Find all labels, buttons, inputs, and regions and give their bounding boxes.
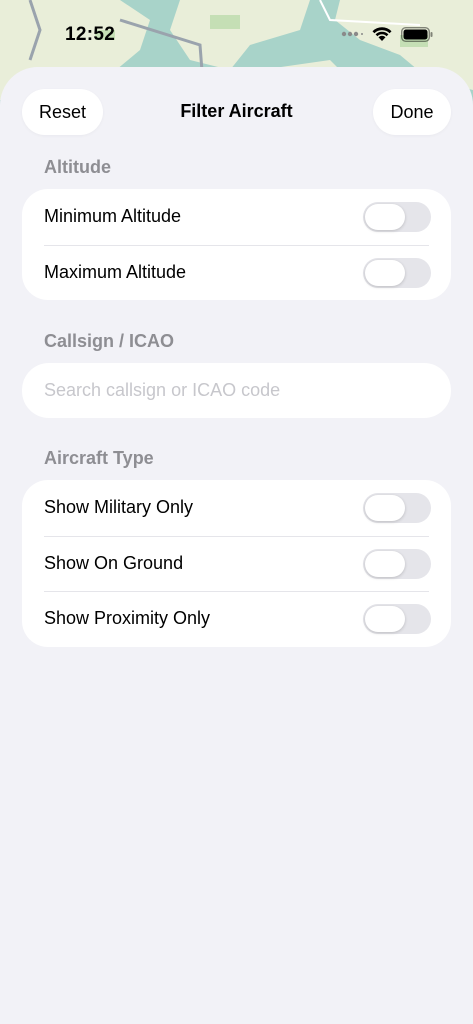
aircraft-type-card: Show Military Only Show On Ground Show P…	[22, 480, 451, 647]
show-on-ground-toggle[interactable]	[363, 548, 431, 579]
filter-sheet: Reset Filter Aircraft Done Altitude Mini…	[0, 67, 473, 1024]
row-label: Show Proximity Only	[44, 608, 211, 629]
row-label: Show Military Only	[44, 497, 194, 518]
section-header-aircraft-type: Aircraft Type	[44, 448, 154, 468]
status-bar: 12:52	[0, 0, 473, 66]
status-time: 12:52	[65, 24, 116, 45]
row-maximum-altitude: Maximum Altitude	[22, 244, 451, 301]
show-proximity-only-toggle[interactable]	[363, 604, 431, 634]
row-label: Minimum Altitude	[44, 206, 182, 227]
altitude-card: Minimum Altitude Maximum Altitude	[22, 189, 451, 300]
row-show-proximity-only: Show Proximity Only	[22, 591, 451, 647]
maximum-altitude-toggle[interactable]	[363, 257, 431, 288]
toggle-knob	[365, 606, 405, 632]
row-minimum-altitude: Minimum Altitude	[22, 189, 451, 245]
callsign-search-card	[22, 363, 451, 418]
toggle-knob	[365, 204, 405, 230]
toggle-knob	[365, 259, 405, 286]
status-icons	[341, 26, 433, 42]
wifi-icon	[371, 26, 393, 42]
row-show-on-ground: Show On Ground	[22, 535, 451, 592]
screen: 12:52 Reset Filter Aircraft Done Altitud…	[0, 0, 473, 1024]
row-show-military-only: Show Military Only	[22, 480, 451, 536]
row-label: Maximum Altitude	[44, 261, 187, 282]
section-header-altitude: Altitude	[44, 157, 111, 177]
row-label: Show On Ground	[44, 552, 184, 573]
signal-dots-icon	[341, 31, 363, 37]
callsign-search-input[interactable]	[22, 363, 451, 418]
nav-bar: Reset Filter Aircraft Done	[0, 67, 473, 157]
battery-icon	[401, 26, 433, 42]
section-header-callsign: Callsign / ICAO	[44, 331, 175, 351]
toggle-knob	[365, 495, 405, 521]
done-button[interactable]: Done	[373, 89, 451, 135]
minimum-altitude-toggle[interactable]	[363, 202, 431, 232]
toggle-knob	[365, 550, 405, 577]
show-military-only-toggle[interactable]	[363, 493, 431, 523]
